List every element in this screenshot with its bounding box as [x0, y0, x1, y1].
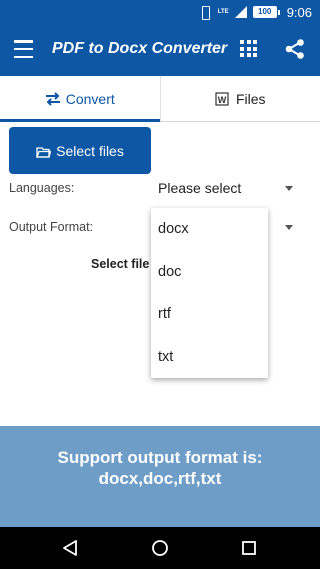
svg-text:W: W: [218, 95, 227, 105]
dropdown-option-txt[interactable]: txt: [151, 336, 268, 379]
word-file-icon: W: [215, 91, 231, 106]
dropdown-option-rtf[interactable]: rtf: [151, 293, 268, 336]
app-title: PDF to Docx Converter: [52, 40, 228, 57]
battery-icon: 100: [252, 6, 280, 18]
dropdown-option-doc[interactable]: doc: [151, 251, 268, 294]
status-time: 9:06: [286, 4, 312, 20]
tab-convert[interactable]: Convert: [0, 76, 160, 122]
status-bar: LTE 100 9:06: [0, 0, 320, 24]
recents-icon[interactable]: [239, 538, 259, 558]
signal-icon: [234, 6, 247, 18]
battery-level: 100: [258, 7, 272, 16]
support-banner-line1: Support output format is:: [57, 448, 263, 467]
languages-select[interactable]: Please select: [158, 180, 241, 196]
languages-label: Languages:: [9, 181, 75, 195]
lte-icon: LTE: [217, 9, 229, 15]
back-icon[interactable]: [60, 538, 80, 558]
dropdown-option-docx[interactable]: docx: [151, 208, 268, 251]
support-banner: Support output format is: docx,doc,rtf,t…: [0, 426, 320, 527]
output-format-dropdown: docx doc rtf txt: [151, 208, 268, 378]
home-icon[interactable]: [150, 538, 170, 558]
app-bar: PDF to Docx Converter: [0, 24, 320, 76]
swap-arrows-icon: [45, 91, 61, 106]
tab-convert-label: Convert: [65, 90, 115, 107]
tab-files-label: Files: [235, 90, 266, 107]
output-format-label: Output Format:: [9, 220, 94, 234]
folder-icon: [36, 145, 52, 158]
select-files-button[interactable]: Select files: [9, 127, 151, 174]
select-files-label: Select files: [56, 142, 124, 159]
support-banner-line2: docx,doc,rtf,txt: [98, 469, 222, 488]
languages-caret-icon[interactable]: [285, 186, 293, 191]
vibrate-icon: [198, 5, 212, 20]
tab-bar: Convert W Files: [0, 76, 320, 122]
share-icon[interactable]: [284, 38, 306, 60]
menu-icon[interactable]: [14, 38, 36, 60]
output-format-caret-icon[interactable]: [285, 225, 293, 230]
select-file-hint: Select file: [91, 257, 150, 271]
system-nav-bar: [0, 527, 320, 569]
status-icons: LTE 100 9:06: [198, 3, 312, 21]
apps-grid-icon[interactable]: [240, 40, 258, 58]
tab-files[interactable]: W Files: [159, 76, 320, 121]
